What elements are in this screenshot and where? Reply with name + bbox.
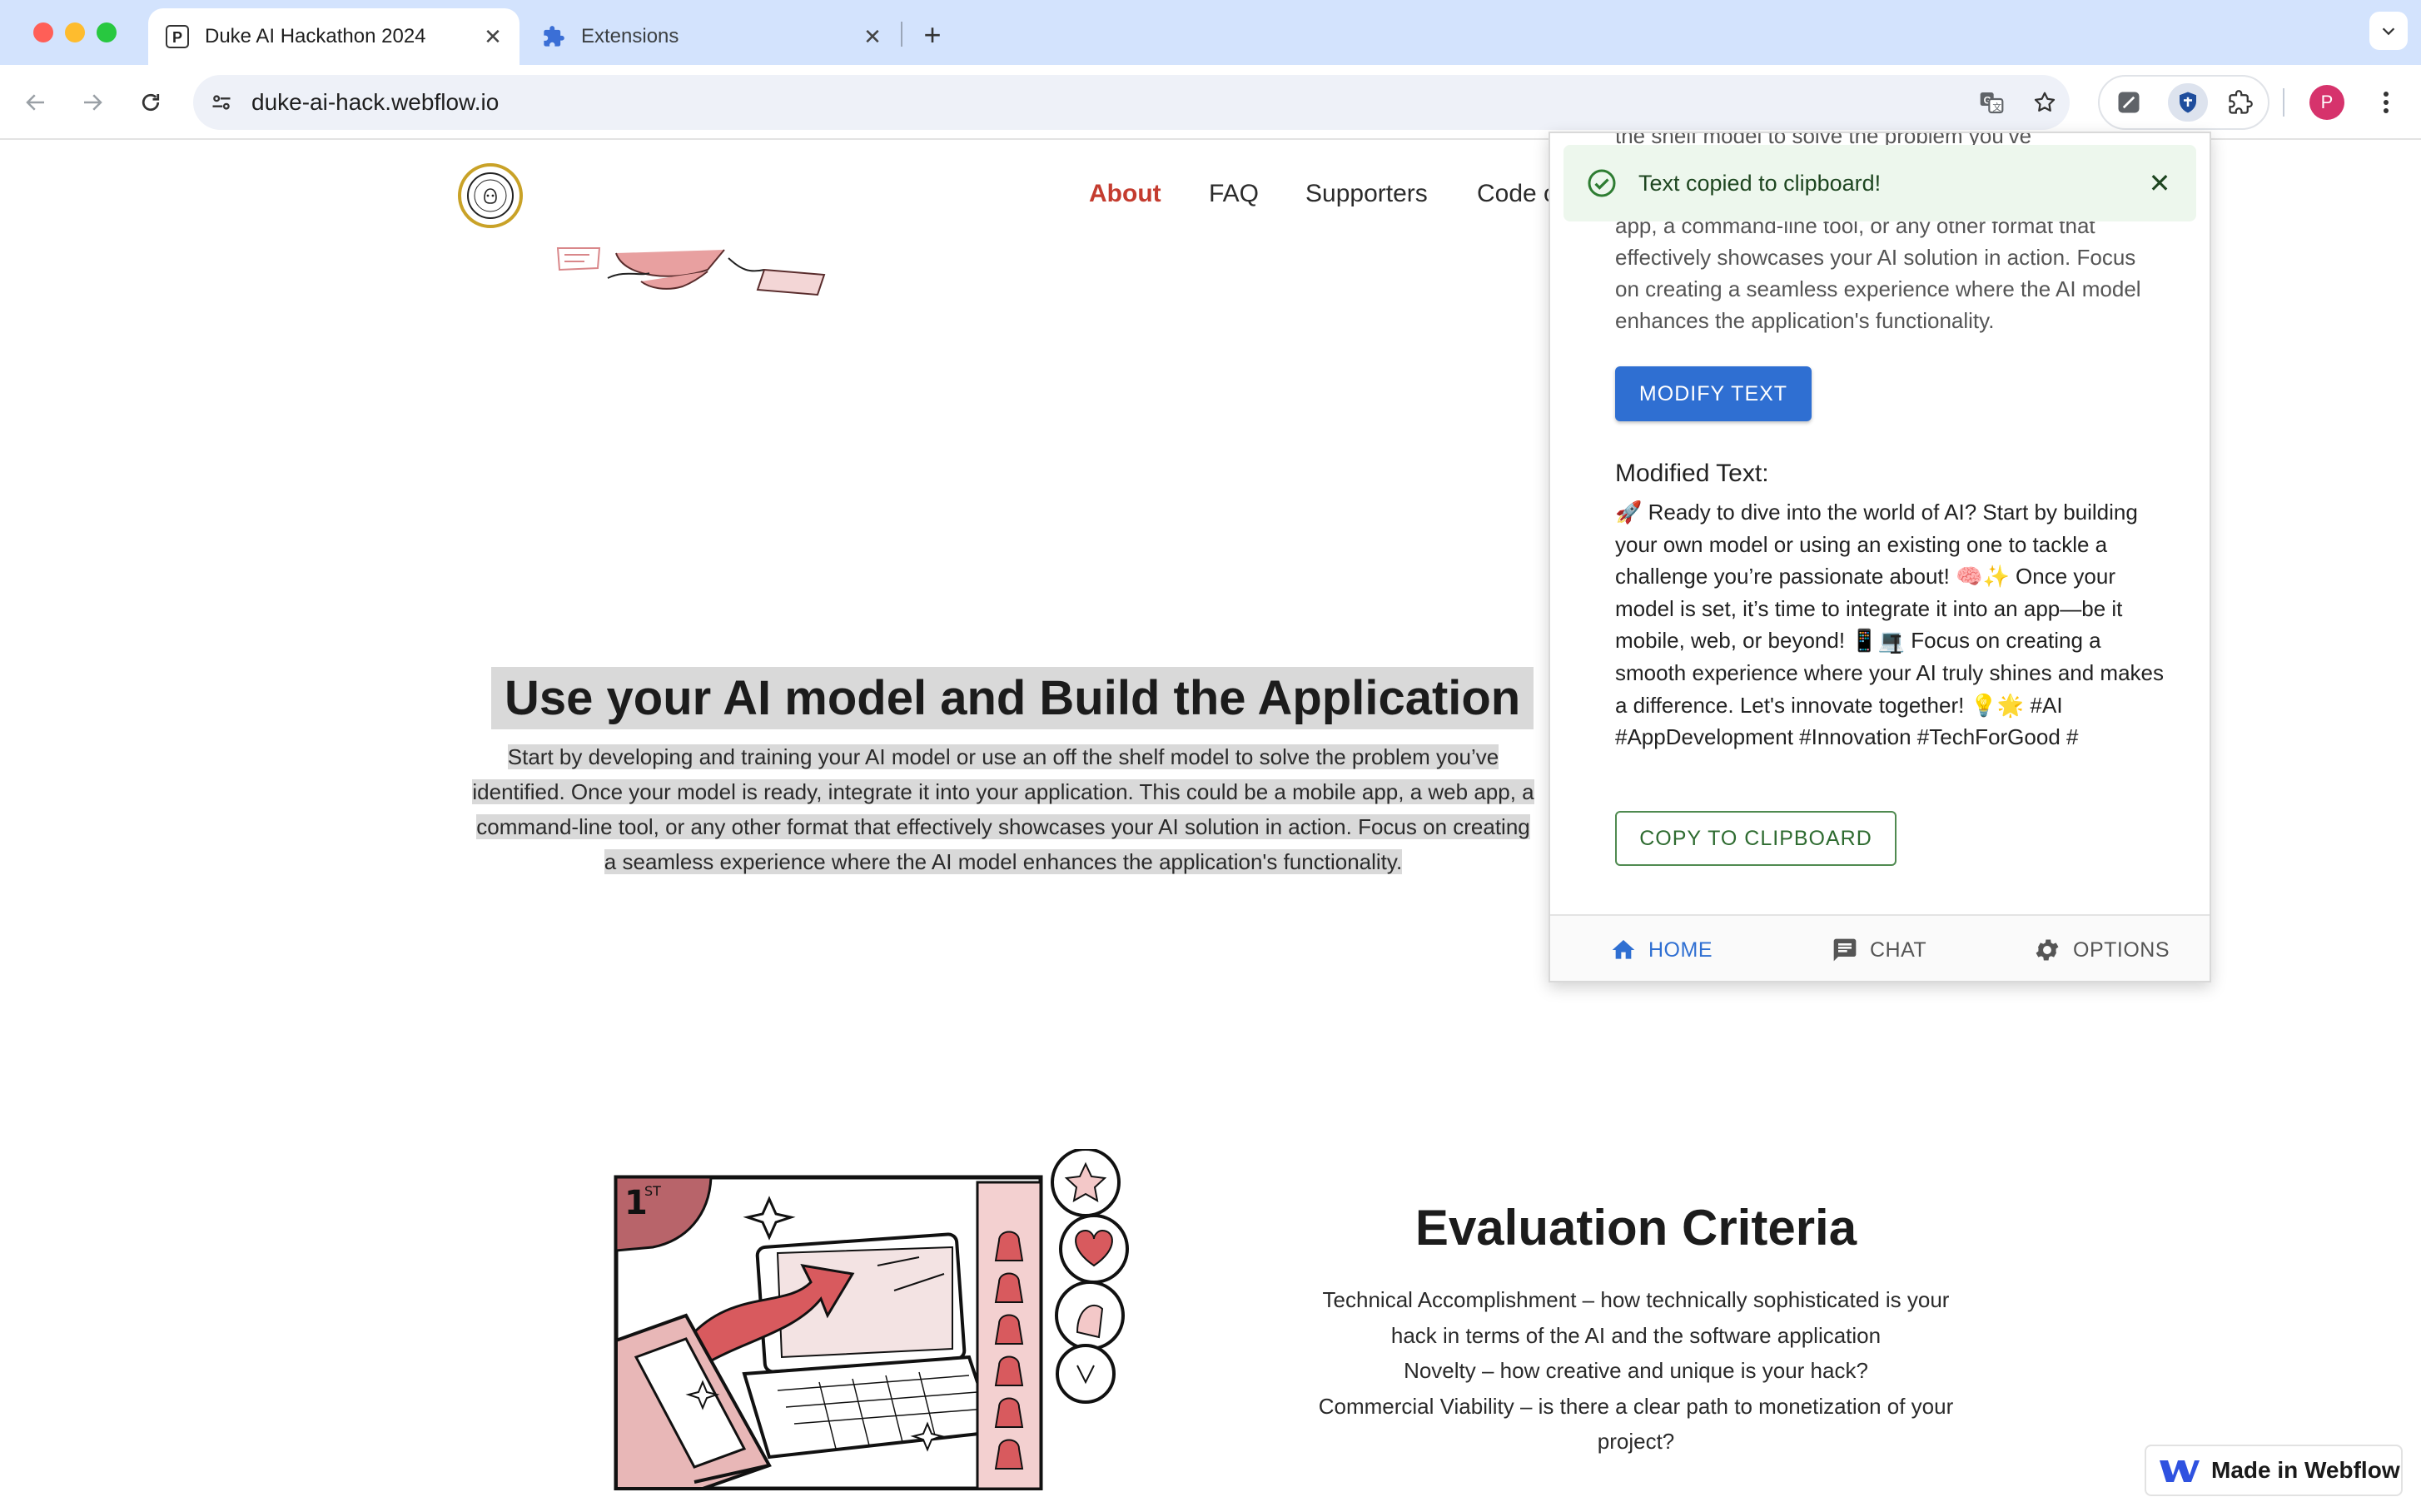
nav-chat-button[interactable]: CHAT [1832, 916, 1927, 981]
arrow-left-icon [26, 94, 44, 111]
tab-divider [901, 22, 902, 47]
svg-text:P: P [172, 29, 182, 46]
extensions-group [2098, 75, 2269, 130]
evaluation-line: project? [1597, 1429, 1675, 1454]
new-tab-button[interactable]: + [914, 17, 951, 53]
nav-options-label: OPTIONS [2073, 938, 2170, 962]
puzzle-icon [541, 24, 566, 49]
tab-extensions[interactable]: Extensions ✕ [524, 8, 899, 65]
address-bar[interactable]: duke-ai-hack.webflow.io G文 [193, 75, 2070, 130]
hackathon-illustration-partial [556, 247, 826, 296]
text-cursor-icon: I [1888, 631, 1904, 660]
evaluation-line: Novelty – how creative and unique is you… [1404, 1358, 1868, 1383]
evaluation-line: Commercial Viability – is there a clear … [1318, 1393, 1954, 1419]
url-text: duke-ai-hack.webflow.io [251, 89, 500, 115]
nav-home-button[interactable]: HOME [1610, 916, 1713, 981]
extension-popup: the shelf model to solve the problem you… [1549, 132, 2211, 982]
gear-icon [2036, 939, 2059, 961]
pen-extension-icon[interactable] [2111, 85, 2146, 120]
arrow-right-icon [84, 94, 102, 111]
section-body-line: identified. Once your model is ready, in… [472, 779, 1534, 804]
section-body-line: command-line tool, or any other format t… [476, 814, 1530, 839]
forward-button[interactable] [72, 82, 113, 123]
copy-to-clipboard-button[interactable]: COPY TO CLIPBOARD [1615, 811, 1897, 866]
original-text: app, a command-line tool, or any other f… [1615, 213, 2141, 333]
toolbar-divider [2283, 88, 2284, 117]
bookmark-star-icon[interactable] [2028, 86, 2061, 119]
back-button[interactable] [15, 82, 57, 123]
window-close-button[interactable] [33, 22, 53, 42]
nav-home-label: HOME [1648, 938, 1713, 962]
evaluation-criteria-title: Evaluation Criteria [1414, 1200, 1857, 1256]
section-body: Start by developing and training your AI… [456, 739, 1550, 879]
close-tab-icon[interactable]: ✕ [858, 22, 887, 52]
evaluation-illustration: 1 ST [614, 1149, 1129, 1490]
copy-success-toast: Text copied to clipboard! ✕ [1563, 145, 2196, 221]
nav-supporters[interactable]: Supporters [1305, 180, 1428, 208]
reload-icon [142, 93, 160, 112]
translate-icon[interactable]: G文 [1975, 86, 2008, 119]
evaluation-line: Technical Accomplishment – how technical… [1322, 1287, 1950, 1312]
evaluation-criteria-list: Technical Accomplishment – how technical… [1299, 1282, 1973, 1460]
reload-button[interactable] [130, 82, 172, 123]
nav-chat-label: CHAT [1870, 938, 1927, 962]
modified-text-label: Modified Text: [1615, 460, 1769, 487]
site-favicon-icon: P [165, 24, 190, 49]
webflow-badge-label: Made in Webflow [2211, 1457, 2400, 1483]
window-zoom-button[interactable] [97, 22, 117, 42]
profile-avatar[interactable]: P [2309, 85, 2344, 120]
site-settings-icon[interactable] [205, 86, 238, 119]
tab-duke-ai-hackathon[interactable]: P Duke AI Hackathon 2024 ✕ [148, 8, 519, 65]
section-body-line: Start by developing and training your AI… [507, 744, 1499, 769]
section-body-line: a seamless experience where the AI model… [604, 849, 1403, 874]
duke-ai-logo[interactable] [458, 163, 523, 228]
home-icon [1612, 940, 1635, 959]
made-in-webflow-badge[interactable]: Made in Webflow [2145, 1445, 2403, 1496]
tab-strip: P Duke AI Hackathon 2024 ✕ Extensions ✕ … [0, 0, 2421, 65]
profile-initial: P [2320, 92, 2334, 112]
ai-extension-icon[interactable] [2168, 83, 2208, 122]
tab-title: Extensions [581, 25, 679, 47]
chat-icon [1833, 938, 1857, 962]
evaluation-line: hack in terms of the AI and the software… [1390, 1322, 1882, 1348]
chevron-down-icon [2382, 27, 2395, 36]
svg-text:文: 文 [1992, 102, 2001, 112]
section-title: Use your AI model and Build the Applicat… [491, 667, 1534, 729]
modified-text: 🚀 Ready to dive into the world of AI? St… [1615, 500, 2165, 750]
nav-about[interactable]: About [1089, 180, 1161, 208]
close-toast-icon[interactable]: ✕ [2143, 167, 2176, 200]
browser-toolbar: duke-ai-hack.webflow.io G文 P [0, 65, 2421, 140]
window-minimize-button[interactable] [65, 22, 85, 42]
tab-title: Duke AI Hackathon 2024 [205, 25, 426, 47]
browser-menu-icon[interactable] [2369, 85, 2403, 120]
toast-message: Text copied to clipboard! [1638, 170, 1882, 196]
extensions-puzzle-icon[interactable] [2223, 85, 2258, 120]
tab-search-button[interactable] [2369, 12, 2408, 50]
hackathon-seal-icon [467, 172, 514, 219]
check-circle-icon [1588, 169, 1616, 197]
popup-content: the shelf model to solve the problem you… [1550, 133, 2210, 914]
nav-faq[interactable]: FAQ [1209, 180, 1259, 208]
popup-bottom-nav: HOME CHAT OPTIONS [1550, 914, 2210, 981]
nav-options-button[interactable]: OPTIONS [2033, 916, 2170, 981]
webflow-logo-icon [2160, 1460, 2200, 1482]
modify-text-button[interactable]: MODIFY TEXT [1615, 366, 1812, 421]
svg-text:ST: ST [644, 1183, 661, 1199]
close-tab-icon[interactable]: ✕ [478, 22, 508, 52]
